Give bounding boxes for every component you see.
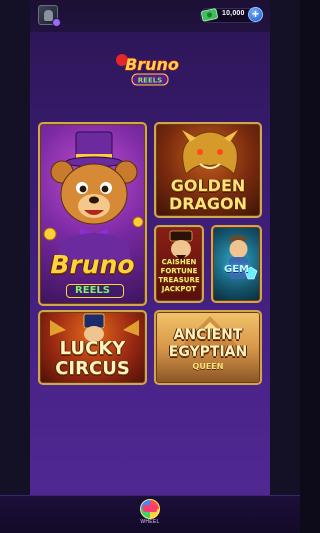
- logo-subtitle: REELS: [138, 77, 162, 85]
- game-tile-golden-dragon[interactable]: GOLDEN DRAGON: [154, 122, 262, 218]
- game-tile-ancient-egyptian-queen[interactable]: ANCIENT EGYPTIAN QUEEN: [154, 310, 262, 385]
- game-title-line2: CIRCUS: [55, 358, 130, 379]
- add-coins-button[interactable]: +: [248, 7, 263, 22]
- logo-title: Bruno: [125, 55, 179, 74]
- wheel-label: WHEEL: [140, 519, 160, 525]
- game-tile-lucky-circus[interactable]: LUCKY CIRCUS: [38, 310, 147, 385]
- game-title: GEM: [224, 264, 249, 275]
- game-title-line1: ANCIENT: [173, 327, 243, 343]
- game-title: Bruno: [50, 250, 135, 279]
- game-title-line3: TREASURE: [158, 276, 200, 284]
- left-margin: [0, 0, 30, 533]
- game-title-line1: LUCKY: [59, 338, 126, 359]
- game-subtitle: REELS: [75, 285, 110, 296]
- app-root: 10,000 + Bruno REELS Bruno REELS GOLDEN …: [0, 0, 300, 533]
- game-tile-bruno-reels[interactable]: Bruno REELS: [38, 122, 147, 306]
- cash-icon: [201, 8, 218, 22]
- right-margin: [270, 0, 300, 533]
- game-title-line2: EGYPTIAN: [168, 344, 248, 360]
- coin-balance-value: 10,000: [222, 10, 245, 17]
- game-title-line1: CAISHEN: [161, 258, 197, 266]
- game-title-line2: DRAGON: [168, 194, 248, 213]
- game-tile-gem[interactable]: GEM: [211, 225, 262, 303]
- game-tile-caishen-fortune[interactable]: CAISHEN FORTUNE TREASURE JACKPOT: [154, 225, 204, 303]
- game-title-line1: GOLDEN: [170, 176, 246, 195]
- game-title-line3: QUEEN: [192, 362, 224, 371]
- game-title-line4: JACKPOT: [161, 285, 197, 293]
- game-title-line2: FORTUNE: [160, 267, 198, 275]
- app-logo: Bruno REELS: [116, 54, 180, 86]
- wheel-icon: [143, 505, 157, 512]
- level-badge-icon: [52, 18, 61, 27]
